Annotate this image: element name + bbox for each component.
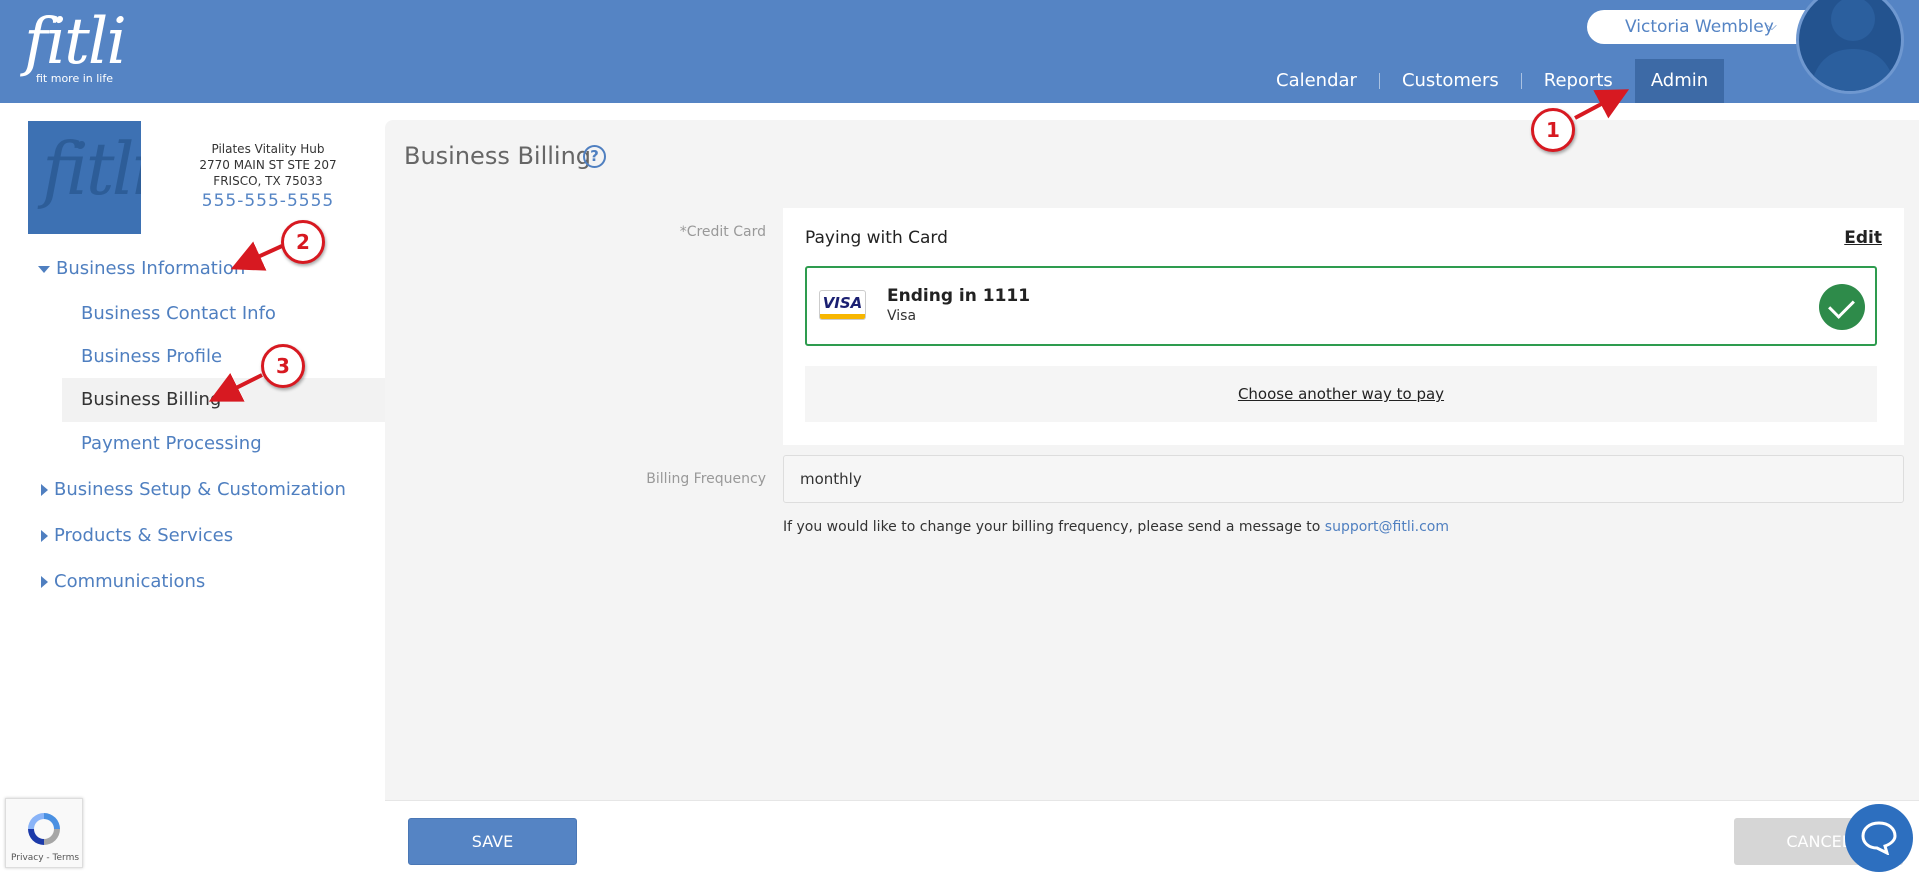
recaptcha-links[interactable]: Privacy - Terms	[6, 853, 84, 863]
sidebar-item-payment-processing[interactable]: Payment Processing	[81, 433, 262, 454]
business-logo-text: fitli	[42, 127, 141, 211]
fitli-logo[interactable]: fitli fit more in life	[14, 6, 134, 90]
billing-frequency-field[interactable]: monthly	[783, 455, 1904, 503]
business-name: Pilates Vitality Hub	[211, 142, 325, 156]
annotation-marker-2: 2	[281, 220, 325, 264]
nav-reports[interactable]: Reports	[1528, 59, 1629, 103]
billing-frequency-note: If you would like to change your billing…	[783, 519, 1449, 535]
brand-tagline: fit more in life	[36, 72, 114, 85]
sidebar-group-label: Products & Services	[54, 525, 234, 546]
payment-card-panel: Paying with Card Edit VISA Ending in 111…	[783, 208, 1904, 445]
support-email-link[interactable]: support@fitli.com	[1325, 519, 1449, 535]
visa-stripe	[820, 314, 865, 319]
recaptcha-icon	[28, 813, 60, 845]
annotation-marker-1: 1	[1531, 108, 1575, 152]
business-address-line2: FRISCO, TX 75033	[213, 174, 323, 188]
sidebar-item-business-billing[interactable]: Business Billing	[81, 389, 221, 410]
save-button[interactable]: SAVE	[408, 818, 577, 865]
nav-customers[interactable]: Customers	[1386, 59, 1515, 103]
selected-card[interactable]: VISA Ending in 1111 Visa	[805, 266, 1877, 346]
sidebar-item-business-profile[interactable]: Business Profile	[81, 346, 222, 367]
app-root: fitli fit more in life Victoria Wembley …	[0, 0, 1919, 880]
business-info: Pilates Vitality Hub 2770 MAIN ST STE 20…	[180, 141, 356, 213]
choose-another-way-link[interactable]: Choose another way to pay	[1238, 385, 1444, 403]
nav-divider	[1520, 73, 1522, 89]
nav-admin[interactable]: Admin	[1634, 59, 1725, 103]
card-brand: Visa	[887, 308, 917, 324]
credit-card-label: *Credit Card	[679, 224, 766, 240]
business-logo: fitli	[28, 121, 141, 234]
page-title: Business Billing	[404, 142, 592, 170]
brand-wordmark: fitli	[24, 5, 127, 79]
chat-bubble-icon	[1861, 821, 1897, 855]
choose-another-way-box: Choose another way to pay	[805, 366, 1877, 422]
top-header: fitli fit more in life Victoria Wembley …	[0, 0, 1919, 103]
checkmark-icon	[1819, 284, 1865, 330]
main-nav: Calendar Customers Reports Admin	[1260, 59, 1725, 103]
visa-logo-text: VISA	[822, 294, 863, 312]
sidebar-group-products-services[interactable]: Products & Services	[38, 525, 233, 546]
sidebar-group-communications[interactable]: Communications	[38, 571, 205, 592]
nav-divider	[1378, 73, 1380, 89]
main-content: Business Billing ? *Credit Card Paying w…	[385, 120, 1919, 800]
recaptcha-badge[interactable]: Privacy - Terms	[5, 798, 83, 868]
user-menu-button[interactable]: Victoria Wembley ⌵	[1587, 10, 1822, 44]
note-text: If you would like to change your billing…	[783, 519, 1325, 535]
user-name: Victoria Wembley	[1625, 17, 1774, 37]
annotation-marker-3: 3	[261, 344, 305, 388]
help-icon[interactable]: ?	[583, 145, 606, 168]
sidebar: fitli Pilates Vitality Hub 2770 MAIN ST …	[0, 103, 385, 880]
sidebar-group-label: Business Information	[56, 258, 246, 279]
sidebar-group-label: Communications	[54, 571, 206, 592]
caret-right-icon	[41, 484, 48, 496]
user-silhouette-icon	[1809, 0, 1897, 91]
chevron-down-icon: ⌵	[1767, 19, 1777, 34]
paying-with-card-title: Paying with Card	[805, 228, 948, 248]
caret-right-icon	[41, 530, 48, 542]
caret-down-icon	[38, 265, 50, 273]
avatar[interactable]	[1796, 0, 1904, 94]
sidebar-item-business-contact-info[interactable]: Business Contact Info	[81, 303, 276, 324]
sidebar-group-business-information[interactable]: Business Information	[38, 258, 245, 279]
edit-payment-link[interactable]: Edit	[1844, 228, 1882, 248]
chat-button[interactable]	[1845, 804, 1913, 872]
visa-card-icon: VISA	[819, 290, 866, 320]
sidebar-group-label: Business Setup & Customization	[54, 479, 346, 500]
billing-frequency-label: Billing Frequency	[646, 471, 766, 487]
footer-bar	[385, 800, 1919, 880]
business-phone[interactable]: 555-555-5555	[180, 189, 356, 213]
card-ending: Ending in 1111	[887, 286, 1031, 306]
caret-right-icon	[41, 576, 48, 588]
business-address-line1: 2770 MAIN ST STE 207	[199, 158, 337, 172]
nav-calendar[interactable]: Calendar	[1260, 59, 1373, 103]
sidebar-group-business-setup[interactable]: Business Setup & Customization	[38, 479, 346, 500]
